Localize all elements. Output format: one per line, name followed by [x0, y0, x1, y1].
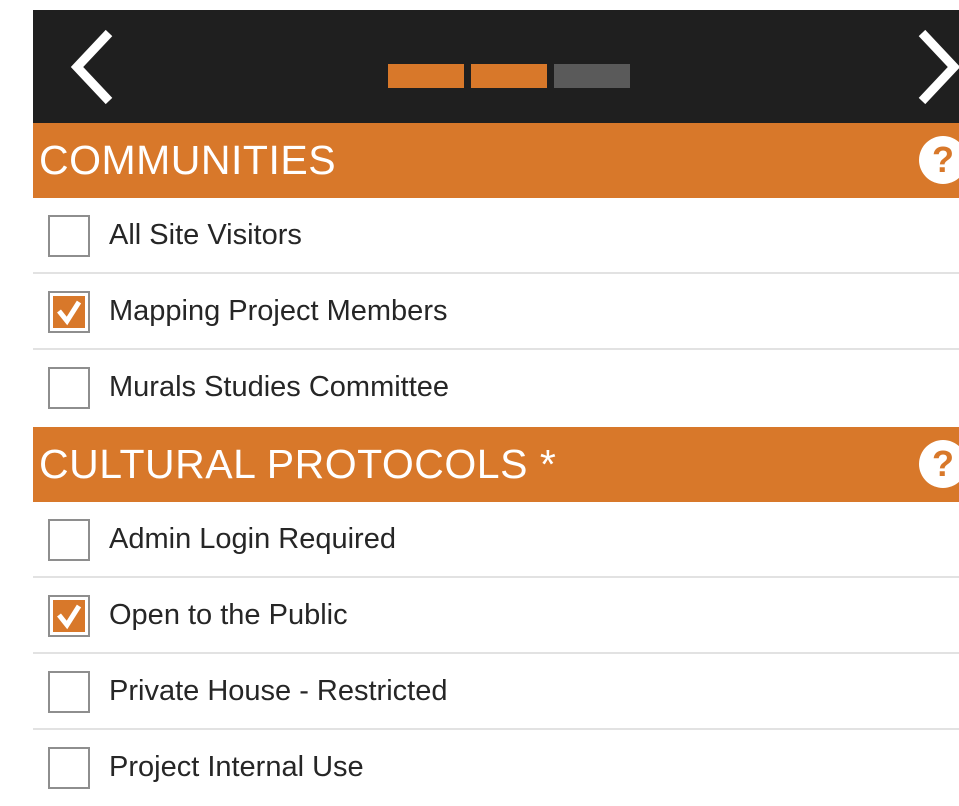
step-indicator-1 — [388, 64, 464, 88]
help-icon[interactable]: ? — [919, 136, 959, 184]
checkmark-icon — [53, 296, 85, 328]
checkbox-label: Private House - Restricted — [109, 675, 448, 707]
checkbox[interactable] — [48, 595, 90, 637]
section-title-cultural-protocols: CULTURAL PROTOCOLS * — [39, 441, 557, 487]
checkbox[interactable] — [48, 291, 90, 333]
section-header-cultural-protocols: CULTURAL PROTOCOLS * ? — [33, 427, 959, 502]
checkbox[interactable] — [48, 671, 90, 713]
section-header-communities: COMMUNITIES ? — [33, 123, 959, 198]
checkbox-row-murals-studies-committee[interactable]: Murals Studies Committee — [33, 350, 959, 426]
checkbox[interactable] — [48, 367, 90, 409]
checkbox-row-private-house-restricted[interactable]: Private House - Restricted — [33, 654, 959, 730]
step-indicator-2 — [471, 64, 547, 88]
checkbox-row-all-site-visitors[interactable]: All Site Visitors — [33, 198, 959, 274]
chevron-left-icon — [70, 29, 113, 104]
checkbox[interactable] — [48, 215, 90, 257]
checkbox-row-admin-login-required[interactable]: Admin Login Required — [33, 502, 959, 578]
checkmark-icon — [53, 600, 85, 632]
chevron-right-icon — [918, 29, 959, 104]
checkbox[interactable] — [48, 747, 90, 789]
checkbox-row-project-internal-use[interactable]: Project Internal Use — [33, 730, 959, 806]
section-title-communities: COMMUNITIES — [39, 137, 337, 183]
help-icon[interactable]: ? — [919, 440, 959, 488]
checkbox-label: Admin Login Required — [109, 523, 396, 555]
checkbox-label: All Site Visitors — [109, 219, 302, 251]
step-indicator — [388, 64, 630, 88]
step-indicator-3 — [554, 64, 630, 88]
top-nav-bar — [33, 10, 959, 123]
previous-button[interactable] — [48, 10, 138, 123]
checkbox-label: Murals Studies Committee — [109, 371, 450, 403]
checkbox-row-open-to-the-public[interactable]: Open to the Public — [33, 578, 959, 654]
checkbox-row-mapping-project-members[interactable]: Mapping Project Members — [33, 274, 959, 350]
checkbox-label: Open to the Public — [109, 599, 348, 631]
checkbox-label: Mapping Project Members — [109, 295, 448, 327]
next-button[interactable] — [893, 10, 959, 123]
checkbox[interactable] — [48, 519, 90, 561]
